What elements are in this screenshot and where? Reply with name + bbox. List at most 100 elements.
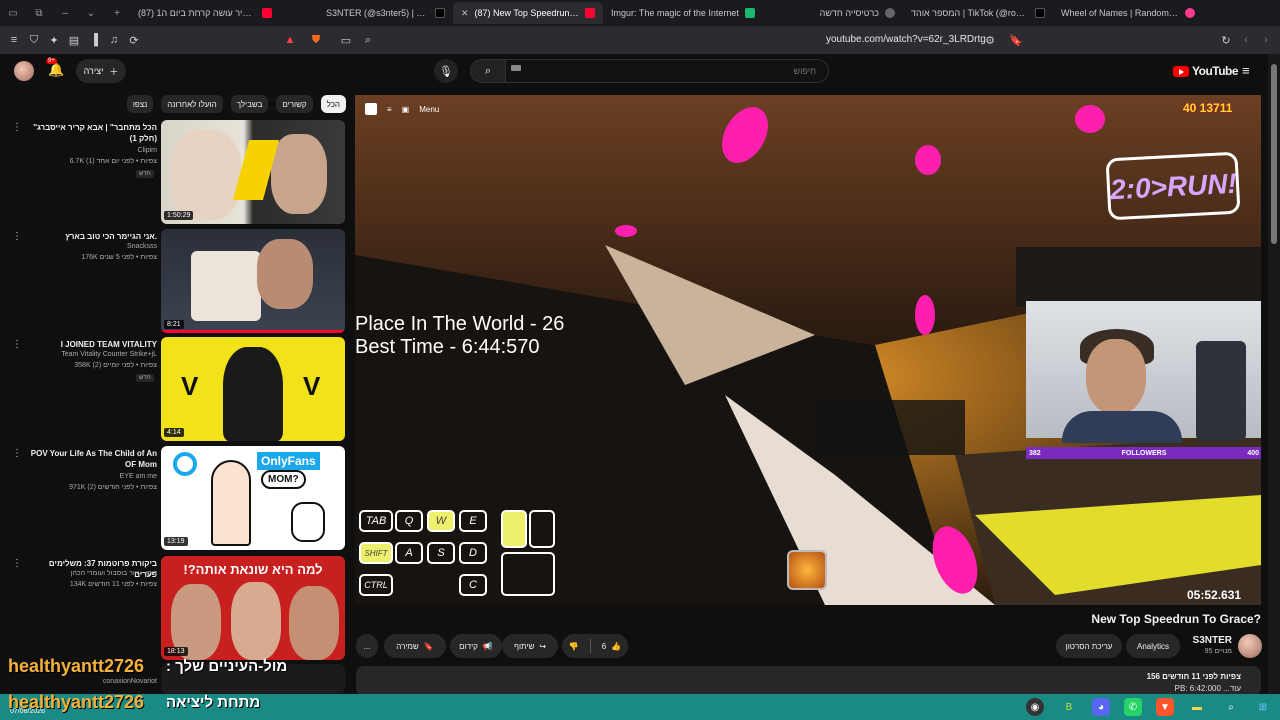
reload-icon[interactable]: ↻ [1216, 30, 1236, 50]
video-title[interactable]: אני הגיימר הכי טוב בארץ. [24, 231, 157, 242]
guide-menu-icon[interactable]: ≡ [1242, 63, 1250, 78]
shield-icon[interactable]: ⛉ [24, 30, 44, 50]
minimize-icon[interactable]: – [52, 8, 78, 19]
obs-icon[interactable]: ◉ [1026, 698, 1044, 716]
browser-tab-0[interactable]: (87) אבא קריר עושה קרחת ביום ה1 [130, 2, 280, 24]
video-player[interactable]: ≡ ▣ Menu 40 13711 2:0>RUN! Place In The … [355, 95, 1261, 605]
more-options-icon[interactable]: ⋮ [12, 558, 22, 569]
discord-icon[interactable]: ◕ [1092, 698, 1110, 716]
window-restore-icon[interactable]: ⧉ [26, 8, 52, 19]
list-item[interactable]: 1:50:29 "הכל מתחבר" | אבא קריר אייסברג (… [0, 120, 346, 224]
channel-name[interactable]: Snacksss [24, 243, 157, 250]
extensions-icon[interactable]: ⟳ [124, 30, 144, 50]
whatsapp-icon[interactable]: ✆ [1124, 698, 1142, 716]
tabs-icon[interactable]: ▤ [64, 30, 84, 50]
video-thumbnail[interactable]: V V [161, 337, 345, 441]
browser-tab-2[interactable]: ✕ (87) New Top Speedrun To Grace [453, 2, 603, 24]
share-button[interactable]: שיתוף ↪ [502, 634, 558, 658]
search-button[interactable]: ⌕ [470, 59, 506, 83]
site-settings-icon[interactable]: ⚙ [980, 30, 1000, 50]
chip-all[interactable]: הכל [320, 95, 346, 113]
chat-icon[interactable]: ▣ [402, 105, 410, 114]
browser-tab-4[interactable]: כרטיסייה חדשה [783, 2, 903, 24]
roblox-logo-icon[interactable] [365, 103, 377, 115]
cast-icon[interactable]: ▭ [336, 30, 356, 50]
scrollbar-thumb[interactable] [1271, 64, 1277, 244]
channel-name[interactable]: דוקי - אור בוסבול ועומרי הכהן [24, 570, 157, 577]
brave-shield-icon[interactable]: ⛊ [306, 30, 326, 50]
browser-tab-1[interactable]: S3NTER (@s3nter5) | TikTok [318, 2, 453, 24]
back-icon[interactable]: ‹ [1236, 30, 1256, 50]
bookmark-icon[interactable]: 🔖 [1006, 30, 1026, 50]
sidebar-icon[interactable]: ▐ [84, 30, 104, 50]
mouse-body-icon [501, 552, 555, 596]
address-bar[interactable]: youtube.com/watch?v=62r_3LRDrtg [826, 34, 986, 45]
account-avatar[interactable] [14, 61, 34, 81]
edit-video-button[interactable]: עריכת הסרטון [1056, 634, 1122, 658]
search-input[interactable] [506, 60, 828, 82]
channel-name[interactable]: EYE am me [24, 473, 157, 480]
video-thumbnail[interactable]: למה היא שונאת אותה?! [161, 556, 345, 660]
like-icon[interactable]: 👍 [611, 642, 621, 651]
more-options-icon[interactable]: ⋮ [12, 339, 22, 350]
youtube-logo[interactable]: YouTube [1173, 64, 1239, 78]
browser-tab-6[interactable]: Wheel of Names | Random name pi [1053, 2, 1203, 24]
page-scrollbar[interactable] [1268, 54, 1280, 694]
channel-name[interactable]: Team Vitality Counter Strike+jL [24, 351, 157, 358]
edit-label: עריכת הסרטון [1065, 641, 1113, 651]
list-item[interactable]: OnlyFans MOM? 13:19 POV Your Life As The… [0, 446, 346, 550]
description-box[interactable]: 156 צפיות לפני 11 חודשים PB: 6:42:000 ..… [356, 666, 1261, 696]
more-options-icon[interactable]: ⋮ [12, 122, 22, 133]
video-title[interactable]: I JOINED TEAM VITALITY [24, 339, 157, 350]
list-item[interactable]: 8:21 אני הגיימר הכי טוב בארץ. Snacksss 1… [0, 229, 346, 333]
video-thumbnail[interactable] [161, 229, 345, 333]
windows-start-icon[interactable]: ⊞ [1254, 698, 1272, 716]
channel-avatar[interactable] [1238, 634, 1262, 658]
search-icon[interactable]: ⌕ [358, 30, 378, 50]
music-icon[interactable]: ♫ [104, 30, 124, 50]
new-badge: חדש [136, 170, 154, 178]
browser-tab-3[interactable]: Imgur: The magic of the Internet [603, 2, 763, 24]
chip-related[interactable]: קשורים [276, 95, 313, 113]
voice-search-icon[interactable]: 🎙 [434, 59, 458, 83]
chip-recently-uploaded[interactable]: הועלו לאחרונה [161, 95, 223, 113]
notifications-bell-icon[interactable]: 🔔 [48, 62, 64, 78]
app-b-icon[interactable]: B [1060, 698, 1078, 716]
more-actions-button[interactable]: ... [356, 634, 378, 658]
video-title[interactable]: "הכל מתחבר" | אבא קריר אייסברג (חלק 1) [24, 122, 157, 144]
tab-list-icon[interactable]: ▭ [0, 8, 26, 19]
brave-icon[interactable]: ▼ [1156, 698, 1174, 716]
vitality-logo-icon: V [303, 371, 321, 401]
close-tab-icon[interactable]: ✕ [461, 8, 469, 19]
promote-button[interactable]: קידום 📢 [450, 634, 502, 658]
chevron-down-icon[interactable]: ⌄ [78, 8, 104, 19]
video-title[interactable]: POV Your Life As The Child of An OF Mom [24, 448, 157, 470]
adblock-icon[interactable]: ▲ [280, 30, 300, 50]
create-button[interactable]: יצירה ＋ [76, 59, 126, 83]
dislike-icon[interactable]: 👎 [569, 642, 579, 651]
video-thumbnail[interactable]: OnlyFans MOM? [161, 446, 345, 550]
browser-tab-5[interactable]: המספר אוהד | TikTok (@rohadinio7) [903, 2, 1053, 24]
list-item[interactable]: למה היא שונאת אותה?! 18:13 ביקורת פרוטמו… [0, 556, 346, 660]
new-tab-icon[interactable]: + [104, 8, 130, 19]
video-thumbnail[interactable] [161, 120, 345, 224]
keyboard-icon[interactable] [511, 65, 521, 71]
list-icon[interactable]: ≡ [387, 105, 392, 114]
chip-for-you[interactable]: בשבילך [230, 95, 269, 113]
chip-watched[interactable]: נצפו [126, 95, 154, 113]
taskbar-search-icon[interactable]: ⌕ [1222, 698, 1240, 716]
more-options-icon[interactable]: ⋮ [12, 448, 22, 459]
best-time-line: Best Time - 6:44:570 [355, 336, 540, 358]
list-item[interactable]: V V 4:14 I JOINED TEAM VITALITY Team Vit… [0, 337, 346, 441]
channel-name-main[interactable]: S3NTER [1146, 635, 1232, 646]
more-options-icon[interactable]: ⋮ [12, 231, 22, 242]
menu-icon[interactable]: ≡ [4, 30, 24, 50]
forward-icon[interactable]: › [1256, 30, 1276, 50]
puzzle-icon[interactable]: ✦ [44, 30, 64, 50]
file-explorer-icon[interactable]: ▬ [1188, 698, 1206, 716]
channel-name[interactable]: Clipim [24, 147, 157, 154]
webcam-chair [1196, 341, 1246, 441]
channel-name[interactable]: conaxionNovariot [24, 678, 157, 685]
game-menu-label[interactable]: Menu [419, 105, 439, 114]
save-button[interactable]: שמירה 🔖 [384, 634, 446, 658]
